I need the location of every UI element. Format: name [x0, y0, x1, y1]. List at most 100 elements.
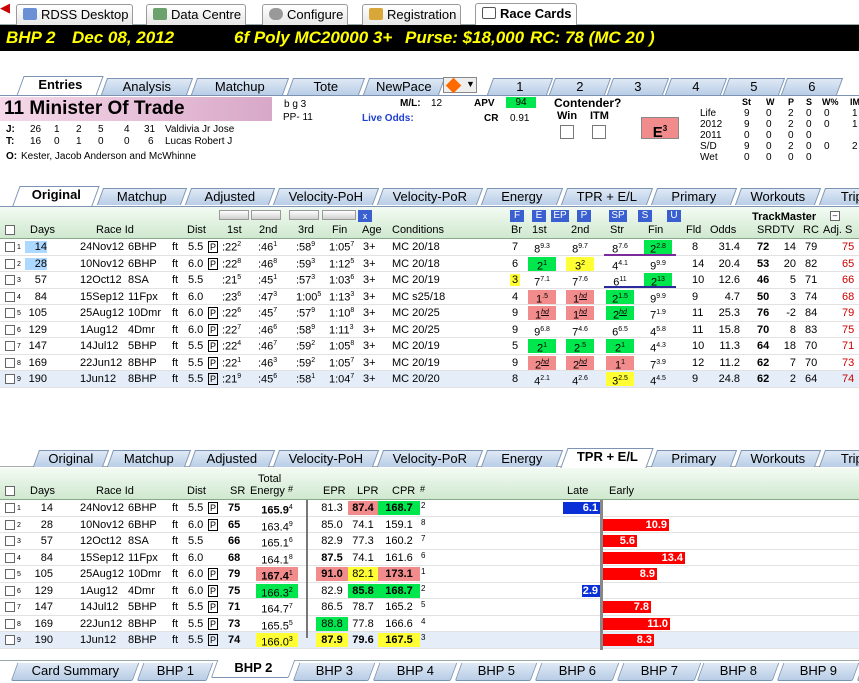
row-checkbox[interactable]: [5, 552, 15, 563]
row-checkbox[interactable]: [5, 618, 15, 629]
tab-workouts-2[interactable]: Workouts: [734, 450, 822, 467]
tab-original[interactable]: Original: [12, 186, 100, 206]
row-checkbox[interactable]: [5, 258, 15, 269]
tab-horse-5[interactable]: 5: [722, 78, 786, 95]
tab-primary[interactable]: Primary: [650, 188, 738, 205]
table-row[interactable]: 6 129 1Aug12 4Dmr ft 6.0 P 75 166.32 82.9 85.8 168.…: [0, 583, 859, 599]
table-row[interactable]: 4 84 15Sep12 11Fpx ft 6.0:236:473 1:005 1:133 3+…: [0, 289, 859, 305]
tab-horse-1[interactable]: 1: [486, 78, 554, 95]
tab-analysis[interactable]: Analysis: [100, 78, 194, 95]
sort-2nd-button[interactable]: [251, 210, 281, 220]
sort-1st-button[interactable]: [219, 210, 249, 220]
table-row[interactable]: 8 169 22Jun12 8BHP ft 5.5 P 73 165.55 88.8 77.8 166…: [0, 616, 859, 632]
filter-sp-button[interactable]: SP: [609, 210, 627, 222]
tab-entries[interactable]: Entries: [16, 76, 104, 96]
tab-matchup-2[interactable]: Matchup: [106, 450, 192, 467]
itm-checkbox[interactable]: [592, 125, 606, 139]
tab-velocity-poh-2[interactable]: Velocity-PoH: [272, 450, 380, 467]
table-row[interactable]: 8 169 22Jun12 8BHP ft 5.5 P:221:463:592 1:057 3+…: [0, 355, 859, 371]
row-checkbox[interactable]: [5, 324, 15, 335]
row-checkbox[interactable]: [5, 635, 15, 645]
table-row[interactable]: 1 14 24Nov12 6BHP ft 5.5 P:222:461:589 1:057 3+ M…: [0, 239, 859, 256]
race-tab-7[interactable]: BHP 7: [616, 663, 702, 681]
table-row[interactable]: 6 129 1Aug12 4Dmr ft 6.0 P:227:466:589 1:113 3+ M…: [0, 322, 859, 338]
back-arrow-icon[interactable]: ◀: [0, 1, 14, 14]
tab-tote[interactable]: Tote: [286, 78, 366, 95]
row-checkbox[interactable]: [5, 341, 15, 351]
tab-velocity-por-2[interactable]: Velocity-PoR: [376, 450, 484, 467]
race-tab-4[interactable]: BHP 4: [372, 663, 458, 681]
table-row[interactable]: 9 190 1Jun12 8BHP ft 5.5 P:219:456:581 1:047 3+ M…: [0, 371, 859, 388]
row-checkbox[interactable]: [5, 242, 15, 252]
race-tab-9[interactable]: BHP 9: [776, 663, 859, 681]
table-row[interactable]: 7 147 14Jul12 5BHP ft 5.5 P:224:467:592 1:058 3+…: [0, 338, 859, 355]
race-tab-6[interactable]: BHP 6: [534, 663, 620, 681]
tab-tpr-el-2[interactable]: TPR + E/L: [560, 448, 654, 468]
filter-p-button[interactable]: P: [577, 210, 591, 222]
row-checkbox[interactable]: [5, 308, 15, 318]
row-checkbox[interactable]: [5, 585, 15, 596]
tab-horse-4[interactable]: 4: [664, 78, 728, 95]
filter-f-button[interactable]: F: [510, 210, 524, 222]
row-checkbox[interactable]: [5, 357, 15, 368]
race-tab-2[interactable]: BHP 2: [210, 660, 296, 678]
table-row[interactable]: 2 28 10Nov12 6BHP ft 6.0 P:228:468:593 1:125 3+ M…: [0, 256, 859, 272]
tab-matchup[interactable]: Matchup: [190, 78, 290, 95]
close-fractions-button[interactable]: x: [358, 210, 372, 222]
tab-original-2[interactable]: Original: [32, 450, 110, 467]
race-tab-0[interactable]: Card Summary: [10, 663, 140, 681]
row-checkbox[interactable]: [5, 519, 15, 530]
table-row[interactable]: 3 57 12Oct12 8SA ft 5.5 66 165.16 82.9 77.3 160.2 7…: [0, 533, 859, 550]
tab-adjusted-2[interactable]: Adjusted: [188, 450, 276, 467]
tab-rdss-desktop[interactable]: RDSS Desktop: [16, 4, 134, 25]
tab-newpace[interactable]: NewPace: [362, 78, 446, 95]
tab-velocity-poh[interactable]: Velocity-PoH: [272, 188, 380, 205]
tab-primary-2[interactable]: Primary: [650, 450, 738, 467]
tab-registration[interactable]: Registration: [362, 4, 462, 25]
row-checkbox[interactable]: [5, 536, 15, 546]
filter-ep-button[interactable]: EP: [551, 210, 569, 222]
tab-trip-2[interactable]: Trip: [818, 450, 859, 467]
saddle-color-dropdown[interactable]: ▼: [443, 77, 477, 94]
tab-velocity-por[interactable]: Velocity-PoR: [376, 188, 484, 205]
tab-adjusted[interactable]: Adjusted: [184, 188, 276, 205]
tab-matchup-pp[interactable]: Matchup: [96, 188, 188, 205]
tab-trip[interactable]: Trip: [818, 188, 859, 205]
sort-fin-button[interactable]: [322, 210, 356, 220]
tab-energy[interactable]: Energy: [480, 188, 564, 205]
tpr-select-all-checkbox[interactable]: [5, 486, 15, 496]
filter-u-button[interactable]: U: [667, 210, 681, 222]
filter-s-button[interactable]: S: [638, 210, 652, 222]
row-checkbox[interactable]: [5, 275, 15, 285]
table-row[interactable]: 5 105 25Aug12 10Dmr ft 6.0 P:226:457:579 1:108 3…: [0, 305, 859, 322]
race-tab-3[interactable]: BHP 3: [292, 663, 376, 681]
race-tab-5[interactable]: BHP 5: [454, 663, 538, 681]
row-checkbox[interactable]: [5, 602, 15, 612]
tab-horse-2[interactable]: 2: [548, 78, 612, 95]
tab-configure[interactable]: Configure: [262, 4, 349, 25]
table-row[interactable]: 1 14 24Nov12 6BHP ft 5.5 P 75 165.94 81.3 87.4 168.…: [0, 500, 859, 517]
table-row[interactable]: 9 190 1Jun12 8BHP ft 5.5 P 74 166.03 87.9 79.6 167.…: [0, 632, 859, 649]
filter-e-button[interactable]: E: [532, 210, 546, 222]
sort-3rd-button[interactable]: [289, 210, 319, 220]
tab-horse-6[interactable]: 6: [780, 78, 844, 95]
tab-energy-2[interactable]: Energy: [480, 450, 564, 467]
win-checkbox[interactable]: [560, 125, 574, 139]
race-tab-8[interactable]: BHP 8: [696, 663, 780, 681]
table-row[interactable]: 2 28 10Nov12 6BHP ft 6.0 P 65 163.49 85.0 74.1 159.…: [0, 517, 859, 533]
race-tab-1[interactable]: BHP 1: [136, 663, 214, 681]
table-row[interactable]: 5 105 25Aug12 10Dmr ft 6.0 P 79 167.41 91.0 82.1 17…: [0, 566, 859, 583]
tab-race-cards[interactable]: Race Cards: [475, 3, 577, 26]
tab-workouts[interactable]: Workouts: [734, 188, 822, 205]
collapse-icon[interactable]: –: [830, 211, 840, 221]
row-checkbox[interactable]: [5, 374, 15, 384]
table-row[interactable]: 3 57 12Oct12 8SA ft 5.5:215:451:573 1:036 3+ MC …: [0, 272, 859, 289]
select-all-checkbox[interactable]: [5, 225, 15, 235]
table-row[interactable]: 7 147 14Jul12 5BHP ft 5.5 P 71 164.77 86.5 78.7 165…: [0, 599, 859, 616]
table-row[interactable]: 4 84 15Sep12 11Fpx ft 6.0 68 164.18 87.5 74.1 161.…: [0, 550, 859, 566]
row-checkbox[interactable]: [5, 569, 15, 579]
tab-horse-3[interactable]: 3: [606, 78, 670, 95]
tab-data-centre[interactable]: Data Centre: [146, 4, 247, 25]
row-checkbox[interactable]: [5, 291, 15, 302]
tab-tpr-el[interactable]: TPR + E/L: [560, 188, 654, 205]
